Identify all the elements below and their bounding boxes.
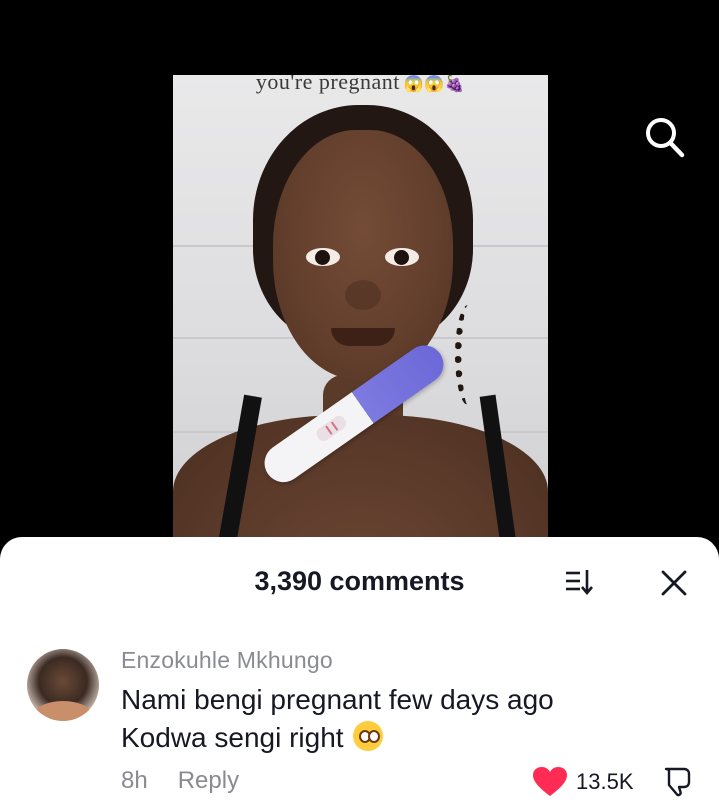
- comments-header: 3,390 comments: [0, 537, 719, 625]
- comments-panel: 3,390 comments Enzokuhle Mkhungo Nami be…: [0, 537, 719, 805]
- comment-author[interactable]: Enzokuhle Mkhungo: [121, 647, 333, 674]
- search-icon[interactable]: [640, 113, 688, 161]
- video-player[interactable]: you're pregnant 😱😱🍇: [0, 0, 719, 560]
- close-icon[interactable]: [660, 569, 688, 597]
- eye-right: [385, 248, 419, 266]
- comment-text-line-2: Kodwa sengi right: [121, 719, 641, 757]
- comments-count: 3,390 comments: [254, 566, 465, 596]
- video-caption-text: you're pregnant: [255, 75, 400, 94]
- video-caption: you're pregnant 😱😱🍇: [173, 75, 548, 95]
- video-caption-emojis: 😱😱🍇: [403, 76, 466, 93]
- nose: [345, 280, 381, 310]
- comment-item: Enzokuhle Mkhungo Nami bengi pregnant fe…: [0, 641, 719, 805]
- pregnancy-test-result-window: [314, 413, 349, 444]
- dislike-icon[interactable]: [660, 765, 692, 797]
- comment-time: 8h: [121, 767, 148, 794]
- like-count: 13.5K: [576, 769, 634, 794]
- mouth: [331, 328, 395, 346]
- reply-button[interactable]: Reply: [178, 767, 239, 794]
- eye-left: [306, 248, 340, 266]
- comment-text-line-1: Nami bengi pregnant few days ago: [121, 684, 554, 715]
- comment-text: Nami bengi pregnant few days ago Kodwa s…: [121, 681, 641, 757]
- person-face: [273, 130, 453, 380]
- comment-meta: 8h Reply: [121, 767, 239, 795]
- comment-text-line-2-text: Kodwa sengi right: [121, 722, 344, 753]
- person-hair-curl: [455, 305, 481, 405]
- heart-icon[interactable]: [532, 766, 568, 798]
- pleading-face-icon: [353, 721, 384, 751]
- video-frame[interactable]: you're pregnant 😱😱🍇: [173, 75, 548, 545]
- sort-icon[interactable]: [564, 567, 594, 597]
- avatar[interactable]: [27, 649, 99, 721]
